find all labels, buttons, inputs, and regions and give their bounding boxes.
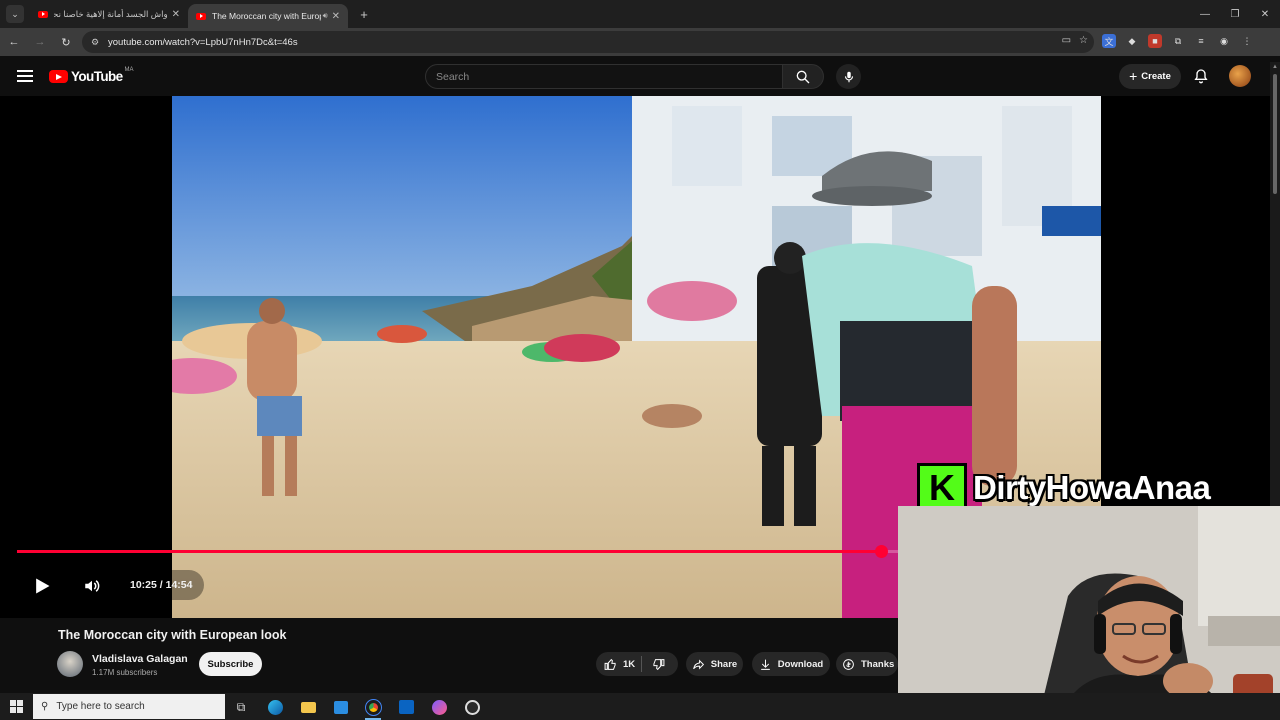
- share-label: Share: [710, 658, 738, 670]
- microphone-icon: [844, 71, 853, 82]
- restore-icon[interactable]: ❐: [1220, 0, 1250, 28]
- url-text: youtube.com/watch?v=LpbU7nHn7Dc&t=46s: [108, 36, 298, 48]
- windows-taskbar: ⚲ Type here to search ⧉: [0, 693, 1280, 720]
- progress-scrubber-handle[interactable]: [874, 545, 888, 558]
- webcam-image: [898, 506, 1280, 720]
- super-thanks-icon: [843, 658, 854, 670]
- youtube-favicon-icon: [196, 12, 206, 20]
- dislike-button[interactable]: [642, 658, 665, 671]
- search-input[interactable]: Search: [425, 64, 783, 89]
- speaker-icon[interactable]: 🔊︎: [323, 11, 328, 21]
- bookmark-star-icon[interactable]: ☆: [1079, 35, 1088, 46]
- scrollbar-thumb[interactable]: [1273, 74, 1277, 194]
- streamer-name: DirtyHowaAnaa: [973, 469, 1211, 506]
- like-count: 1K: [623, 658, 636, 670]
- back-icon[interactable]: ←: [2, 30, 26, 54]
- subscribe-button[interactable]: Subscribe: [199, 652, 262, 676]
- channel-avatar[interactable]: [57, 651, 83, 677]
- hamburger-menu-icon[interactable]: [17, 70, 33, 82]
- like-dislike-group: 1K: [596, 652, 678, 676]
- download-icon: [760, 659, 770, 670]
- tab-search-button[interactable]: ⌄: [6, 5, 24, 23]
- webcam-feed: x17: [898, 506, 1280, 720]
- browser-toolbar: ← → ↻ ⚙︎ youtube.com/watch?v=LpbU7nHn7Dc…: [0, 28, 1280, 56]
- youtube-logo[interactable]: YouTube MA: [49, 66, 134, 84]
- windows-start-icon[interactable]: [10, 700, 23, 713]
- close-tab-icon[interactable]: ✕: [332, 11, 340, 22]
- scroll-up-icon[interactable]: ▲: [1272, 64, 1278, 70]
- progress-played: [17, 550, 881, 553]
- edge-browser-icon[interactable]: [264, 696, 286, 718]
- close-window-icon[interactable]: ✕: [1250, 0, 1280, 28]
- browser-tab-active[interactable]: The Moroccan city with European look 🔊︎ …: [188, 4, 348, 28]
- volume-icon: [85, 580, 100, 592]
- chrome-browser-icon[interactable]: [362, 696, 384, 720]
- taskbar-search-input[interactable]: ⚲ Type here to search: [33, 694, 225, 719]
- search-placeholder: Search: [436, 70, 470, 83]
- kick-letter: K: [920, 466, 964, 510]
- address-bar[interactable]: ⚙︎ youtube.com/watch?v=LpbU7nHn7Dc&t=46s…: [82, 31, 1094, 53]
- youtube-play-logo-icon: [49, 70, 68, 83]
- search-button[interactable]: [782, 64, 824, 89]
- cast-icon[interactable]: ▭: [1062, 35, 1071, 46]
- thanks-button[interactable]: Thanks: [836, 652, 898, 676]
- account-avatar[interactable]: [1229, 65, 1251, 87]
- time-display: 10:25 / 14:54: [118, 570, 205, 600]
- share-button[interactable]: Share: [686, 652, 743, 676]
- forward-icon[interactable]: →: [28, 30, 52, 54]
- new-tab-button[interactable]: +: [354, 7, 374, 22]
- file-explorer-icon[interactable]: [297, 696, 319, 718]
- browser-tab[interactable]: واش الجسد أمانة إلاهية خاصنا نحافظو عليه…: [30, 0, 188, 28]
- youtube-header: YouTube MA Search + Create: [0, 56, 1280, 96]
- obs-recorder-icon[interactable]: [461, 696, 483, 718]
- microsoft-store-icon[interactable]: [330, 696, 352, 718]
- reload-icon[interactable]: ↻: [54, 30, 78, 54]
- youtube-wordmark: YouTube: [71, 69, 123, 84]
- play-button[interactable]: [32, 576, 52, 601]
- task-view-icon[interactable]: ⧉: [230, 696, 252, 718]
- video-title: The Moroccan city with European look: [58, 628, 287, 642]
- browser-menu-icon[interactable]: ⋮: [1240, 34, 1254, 48]
- thumbs-up-icon: [604, 658, 616, 670]
- extension-icons: 文 ◆ ■ ⧉ ≡ ◉ ⋮: [1102, 34, 1254, 48]
- translate-extension-icon[interactable]: 文: [1102, 34, 1116, 48]
- channel-name[interactable]: Vladislava Galagan: [92, 653, 188, 665]
- time-text: 10:25 / 14:54: [130, 579, 193, 591]
- diamond-extension-icon[interactable]: ◆: [1125, 34, 1139, 48]
- subscriber-count: 1.17M subscribers: [92, 668, 158, 677]
- play-icon: [36, 578, 50, 594]
- volume-button[interactable]: [83, 577, 101, 600]
- search-icon: ⚲: [41, 701, 49, 712]
- browser-tab-bar: ⌄ واش الجسد أمانة إلاهية خاصنا نحافظو عل…: [0, 0, 1280, 28]
- notifications-bell-icon[interactable]: [1193, 68, 1209, 89]
- profile-icon[interactable]: ◉: [1217, 34, 1231, 48]
- messenger-icon[interactable]: [428, 696, 450, 718]
- outlook-icon[interactable]: [395, 696, 417, 718]
- download-label: Download: [777, 658, 824, 670]
- share-arrow-icon: [692, 659, 704, 669]
- address-bar-icons: ▭ ☆: [1062, 35, 1088, 46]
- like-button[interactable]: 1K: [596, 656, 642, 672]
- search-icon: [796, 70, 810, 83]
- download-button[interactable]: Download: [752, 652, 830, 676]
- create-label: Create: [1141, 71, 1171, 82]
- minimize-icon[interactable]: —: [1190, 0, 1220, 28]
- window-controls: — ❐ ✕: [1190, 0, 1280, 28]
- thanks-label: Thanks: [861, 658, 895, 670]
- country-code: MA: [124, 66, 134, 73]
- create-button[interactable]: + Create: [1119, 64, 1181, 89]
- red-extension-icon[interactable]: ■: [1148, 34, 1162, 48]
- youtube-favicon-icon: [38, 10, 48, 18]
- site-info-icon[interactable]: ⚙︎: [88, 35, 102, 49]
- thumbs-down-icon: [653, 658, 665, 670]
- screen: ⌄ واش الجسد أمانة إلاهية خاصنا نحافظو عل…: [0, 0, 1280, 720]
- media-queue-icon[interactable]: ≡: [1194, 34, 1208, 48]
- plus-icon: +: [1129, 67, 1138, 84]
- extensions-puzzle-icon[interactable]: ⧉: [1171, 34, 1185, 48]
- tab-title: The Moroccan city with European look: [212, 11, 321, 21]
- tab-title: واش الجسد أمانة إلاهية خاصنا نحافظو عليه: [54, 8, 168, 19]
- voice-search-button[interactable]: [836, 64, 861, 89]
- close-tab-icon[interactable]: ✕: [172, 9, 180, 20]
- taskbar-search-placeholder: Type here to search: [56, 701, 145, 712]
